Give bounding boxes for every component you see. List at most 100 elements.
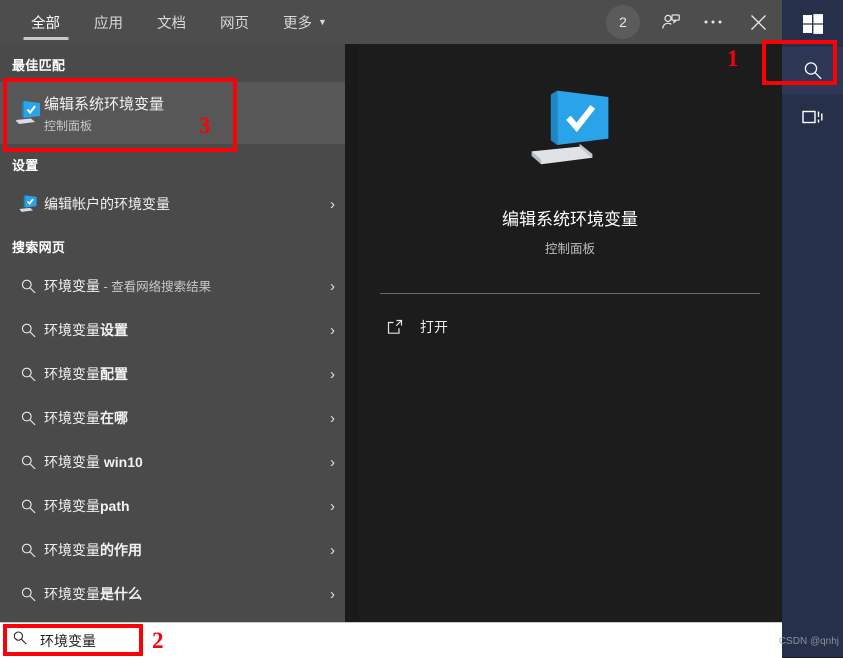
- search-icon: [12, 498, 44, 515]
- more-options-icon[interactable]: [692, 0, 734, 44]
- chevron-down-icon: ▼: [318, 16, 327, 27]
- header-actions: 2: [606, 0, 782, 44]
- chevron-right-icon[interactable]: ›: [324, 278, 335, 295]
- detail-action-open[interactable]: 打开: [358, 304, 782, 350]
- detail-divider: [380, 293, 760, 294]
- web-result-suggestion: 设置: [100, 322, 128, 338]
- web-result-label: 环境变量path: [44, 496, 324, 516]
- web-result-suggestion: 在哪: [100, 410, 128, 426]
- detail-subtitle: 控制面板: [544, 242, 595, 256]
- notification-badge[interactable]: 2: [606, 5, 640, 39]
- web-result-row[interactable]: 环境变量在哪 ›: [0, 396, 345, 440]
- detail-preview: 编辑系统环境变量 控制面板: [358, 44, 782, 257]
- taskbar-bottom: 环境变量: [0, 622, 782, 658]
- chevron-right-icon[interactable]: ›: [324, 454, 335, 471]
- tab-apps-label: 应用: [94, 15, 123, 32]
- web-result-row[interactable]: 环境变量 - 查看网络搜索结果 ›: [0, 264, 345, 308]
- tab-apps[interactable]: 应用: [77, 0, 140, 44]
- web-result-query: 环境变量: [44, 454, 100, 470]
- tab-all[interactable]: 全部: [14, 0, 77, 44]
- search-icon: [12, 630, 28, 651]
- chevron-right-icon[interactable]: ›: [324, 366, 335, 383]
- search-tabs: 全部 应用 文档 网页 更多 ▼: [0, 0, 344, 44]
- web-result-row[interactable]: 环境变量 win10 ›: [0, 440, 345, 484]
- watermark: CSDN @qnhj: [778, 636, 839, 647]
- web-result-row[interactable]: 环境变量设置 ›: [0, 308, 345, 352]
- web-result-row[interactable]: 环境变量配置 ›: [0, 352, 345, 396]
- tab-more[interactable]: 更多 ▼: [266, 0, 344, 44]
- settings-item-label: 编辑帐户的环境变量: [44, 196, 170, 212]
- search-header: 全部 应用 文档 网页 更多 ▼ 2: [0, 0, 782, 44]
- search-flyout: 全部 应用 文档 网页 更多 ▼ 2 最佳匹配 编辑系统环境变量 控制面板 设置…: [0, 0, 782, 622]
- taskbar-search-input-value[interactable]: 环境变量: [40, 631, 96, 651]
- tab-documents-label: 文档: [157, 15, 186, 32]
- search-icon: [12, 454, 44, 471]
- web-result-suggestion: 配置: [100, 366, 128, 382]
- chevron-right-icon[interactable]: ›: [324, 322, 335, 339]
- best-match-row[interactable]: 编辑系统环境变量 控制面板: [0, 82, 345, 144]
- detail-action-label: 打开: [420, 319, 448, 335]
- web-result-suggestion: 是什么: [100, 586, 142, 602]
- web-result-query: 环境变量: [44, 542, 100, 558]
- close-icon[interactable]: [734, 0, 782, 44]
- taskbar-search-button[interactable]: [782, 47, 843, 94]
- web-result-label: 环境变量是什么: [44, 584, 324, 604]
- web-result-query: 环境变量: [44, 586, 100, 602]
- tab-all-label: 全部: [31, 15, 60, 32]
- detail-app-icon: [358, 84, 782, 179]
- system-properties-icon: [12, 194, 44, 214]
- web-result-label: 环境变量 - 查看网络搜索结果: [44, 276, 324, 296]
- web-result-query: 环境变量: [44, 498, 100, 514]
- web-result-suggestion: 的作用: [100, 542, 142, 558]
- search-icon: [12, 322, 44, 339]
- web-result-hint: - 查看网络搜索结果: [100, 280, 212, 294]
- search-icon: [12, 366, 44, 383]
- web-result-suggestion: path: [100, 498, 130, 514]
- tab-web[interactable]: 网页: [203, 0, 266, 44]
- web-result-label: 环境变量 win10: [44, 452, 324, 472]
- web-result-label: 环境变量的作用: [44, 540, 324, 560]
- taskbar-search-box[interactable]: 环境变量: [0, 623, 96, 658]
- tab-documents[interactable]: 文档: [140, 0, 203, 44]
- web-results-list: 环境变量 - 查看网络搜索结果 › 环境变量设置 › 环境变量配置 › 环境变量在哪 › 环境变…: [0, 264, 345, 616]
- taskbar-vertical: [782, 0, 843, 657]
- best-match-title: 编辑系统环境变量: [44, 95, 165, 113]
- screen: 全部 应用 文档 网页 更多 ▼ 2 最佳匹配 编辑系统环境变量 控制面板 设置…: [0, 0, 843, 658]
- best-match-text: 编辑系统环境变量 控制面板: [44, 93, 335, 134]
- web-result-label: 环境变量在哪: [44, 408, 324, 428]
- results-list: 最佳匹配 编辑系统环境变量 控制面板 设置 编辑帐户的环境变量 › 搜索网页 环…: [0, 44, 345, 622]
- search-icon: [12, 586, 44, 603]
- web-result-row[interactable]: 环境变量path ›: [0, 484, 345, 528]
- open-external-icon: [386, 318, 420, 336]
- web-result-query: 环境变量: [44, 366, 100, 382]
- chevron-right-icon[interactable]: ›: [324, 586, 335, 603]
- start-button[interactable]: [782, 0, 843, 47]
- chevron-right-icon[interactable]: ›: [324, 196, 335, 213]
- section-title-best-match: 最佳匹配: [12, 58, 66, 73]
- section-title-web: 搜索网页: [12, 240, 66, 255]
- search-icon: [12, 410, 44, 427]
- web-result-label: 环境变量配置: [44, 364, 324, 384]
- detail-pane: 编辑系统环境变量 控制面板 打开: [358, 44, 782, 622]
- web-result-row[interactable]: 环境变量的作用 ›: [0, 528, 345, 572]
- best-match-subtitle: 控制面板: [44, 118, 93, 133]
- search-icon: [12, 278, 44, 295]
- search-icon: [12, 542, 44, 559]
- tab-web-label: 网页: [220, 15, 249, 32]
- section-title-settings: 设置: [12, 158, 39, 173]
- task-view-button[interactable]: [782, 94, 843, 141]
- chevron-right-icon[interactable]: ›: [324, 498, 335, 515]
- chevron-right-icon[interactable]: ›: [324, 410, 335, 427]
- web-result-query: 环境变量: [44, 410, 100, 426]
- system-properties-icon: [12, 99, 44, 127]
- chevron-right-icon[interactable]: ›: [324, 542, 335, 559]
- web-result-row[interactable]: 环境变量是什么 ›: [0, 572, 345, 616]
- web-result-query: 环境变量: [44, 278, 100, 294]
- tab-more-label: 更多: [283, 15, 312, 32]
- people-icon[interactable]: [650, 0, 692, 44]
- detail-title: 编辑系统环境变量: [502, 210, 638, 229]
- web-result-suggestion: win10: [100, 454, 143, 470]
- settings-item-edit-account-env[interactable]: 编辑帐户的环境变量 ›: [0, 182, 345, 226]
- web-result-query: 环境变量: [44, 322, 100, 338]
- web-result-label: 环境变量设置: [44, 320, 324, 340]
